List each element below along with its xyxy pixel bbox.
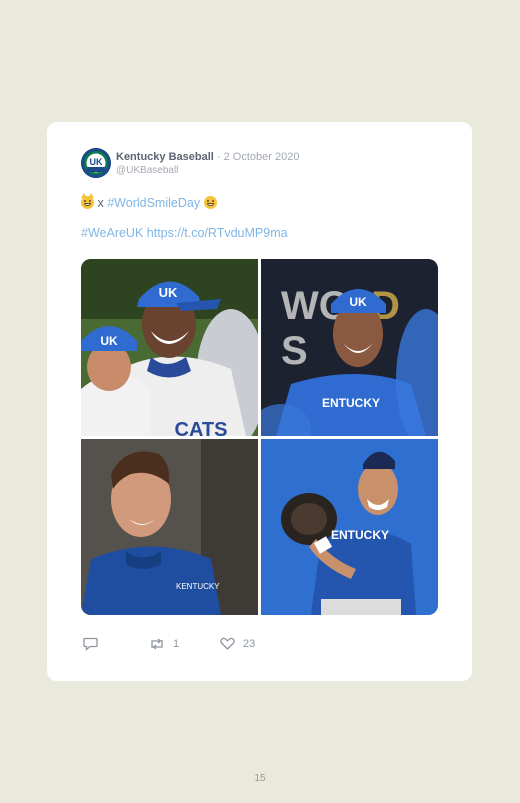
photo-grid: UK UK CATS WO S D UK ENTU (81, 259, 438, 615)
svg-text:CATS: CATS (175, 419, 228, 436)
like-button[interactable]: 23 (220, 637, 255, 650)
text-separator: x (97, 196, 104, 210)
tweet-text-line-2: #WeAreUK https://t.co/RTvduMP9ma (81, 226, 288, 240)
retweet-count: 1 (173, 638, 180, 650)
page-number: 15 (254, 773, 266, 784)
photo-player-polo[interactable]: KENTUCKY (81, 439, 258, 615)
svg-text:UK: UK (100, 334, 118, 348)
hashtag-worldsmileday[interactable]: #WorldSmileDay (107, 196, 200, 210)
grinning-emoji-icon (203, 196, 217, 209)
avatar[interactable]: UK (81, 148, 111, 178)
photo-player-laughing[interactable]: UK UK CATS (81, 259, 258, 436)
author-handle[interactable]: @UKBaseball (116, 165, 178, 176)
svg-text:S: S (281, 329, 308, 373)
baseball-logo-icon: UK (81, 148, 111, 178)
tweet-date[interactable]: · 2 October 2020 (217, 151, 300, 163)
retweet-button[interactable]: 1 (149, 637, 179, 651)
avatar-logo-text: UK (90, 157, 103, 167)
tweet-actions: 1 23 (83, 637, 443, 653)
tweet-card: UK Kentucky Baseball · 2 October 2020 @U… (47, 122, 472, 681)
photo-player-glove[interactable]: ENTUCKY (261, 439, 438, 615)
tweet-link[interactable]: https://t.co/RTvduMP9ma (147, 226, 288, 240)
hashtag-weareuk[interactable]: #WeAreUK (81, 226, 143, 240)
reply-button[interactable] (83, 637, 106, 651)
author-line: Kentucky Baseball · 2 October 2020 (116, 151, 299, 163)
svg-text:ENTUCKY: ENTUCKY (322, 396, 380, 410)
svg-text:ENTUCKY: ENTUCKY (331, 528, 389, 542)
like-count: 23 (243, 637, 256, 650)
reply-icon (83, 637, 98, 651)
like-icon (220, 637, 235, 650)
svg-text:UK: UK (349, 295, 367, 309)
smiling-cat-emoji-icon (81, 193, 94, 209)
svg-text:KENTUCKY: KENTUCKY (176, 582, 220, 591)
tweet-text-line-1: x #WorldSmileDay (81, 193, 217, 210)
retweet-icon (151, 638, 163, 650)
author-name[interactable]: Kentucky Baseball (116, 151, 214, 163)
photo-player-dugout[interactable]: WO S D UK ENTUCKY (261, 259, 438, 436)
svg-text:UK: UK (159, 285, 178, 300)
